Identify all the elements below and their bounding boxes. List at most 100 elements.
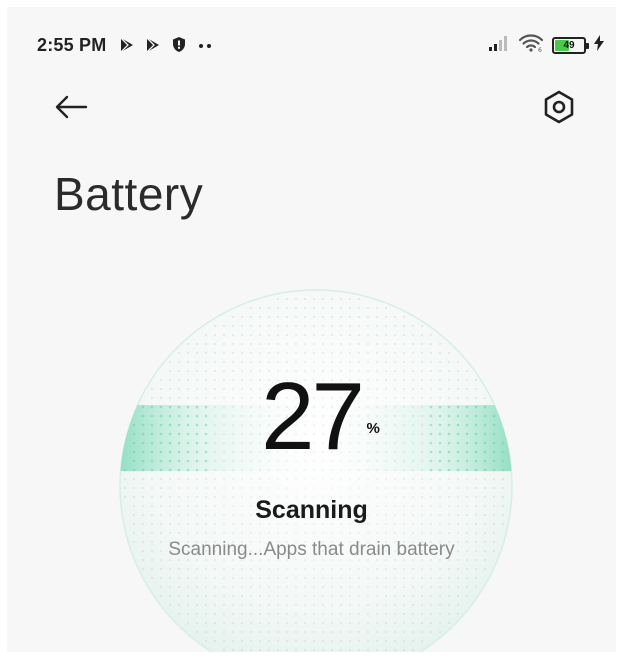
sphere-dot [330,486,334,490]
sphere-dot [123,468,127,472]
sphere-dot [393,315,397,319]
sphere-dot [258,585,262,589]
sphere-dot [393,468,397,472]
sphere-dot [303,621,307,625]
sphere-dot [411,360,415,364]
sphere-dot [285,315,289,319]
sphere-dot [420,567,424,571]
sphere-dot [465,585,469,589]
sphere-dot [240,324,244,328]
sphere-dot [267,639,271,643]
sphere-dot [222,603,226,607]
sphere-dot [312,477,316,481]
sphere-dot [375,486,379,490]
sphere-dot [402,576,406,580]
sphere-dot [438,603,442,607]
sphere-dot [258,594,262,598]
sphere-dot [483,531,487,535]
sphere-dot [213,612,217,616]
sphere-dot [285,648,289,652]
sphere-dot [276,315,280,319]
sphere-dot [312,567,316,571]
sphere-dot [438,585,442,589]
more-dots-icon [197,37,213,53]
sphere-dot [186,468,190,472]
sphere-dot [411,585,415,589]
sphere-dot [339,531,343,535]
sphere-dot [339,351,343,355]
sphere-dot [420,342,424,346]
sphere-dot [222,360,226,364]
sphere-dot [375,576,379,580]
settings-button[interactable] [539,89,579,129]
sphere-dot [204,576,208,580]
sphere-dot [204,621,208,625]
sphere-dot [429,468,433,472]
sphere-dot [384,639,388,643]
sphere-dot [240,576,244,580]
sphere-dot [321,630,325,634]
sphere-dot [276,621,280,625]
sphere-dot [222,585,226,589]
sphere-dot [231,585,235,589]
sphere-dot [267,603,271,607]
sphere-dot [384,324,388,328]
sphere-dot [303,333,307,337]
sphere-dot [249,315,253,319]
sphere-dot [294,342,298,346]
sphere-dot [258,576,262,580]
sphere-dot [204,486,208,490]
sphere-dot [177,468,181,472]
sphere-dot [366,306,370,310]
sphere-dot [177,603,181,607]
sphere-dot [366,585,370,589]
sphere-dot [213,477,217,481]
sphere-dot [339,477,343,481]
back-button[interactable] [51,89,91,129]
sphere-dot [456,585,460,589]
sphere-dot [348,351,352,355]
sphere-dot [303,297,307,301]
sphere-dot [492,477,496,481]
sphere-dot [375,639,379,643]
sphere-dot [384,576,388,580]
sphere-dot [177,612,181,616]
sphere-dot [438,621,442,625]
sphere-dot [285,585,289,589]
sphere-dot [348,567,352,571]
sphere-dot [438,630,442,634]
sphere-dot [213,486,217,490]
sphere-dot [330,612,334,616]
sphere-dot [249,333,253,337]
sphere-dot [330,306,334,310]
sphere-dot [294,486,298,490]
sphere-dot [501,468,505,472]
sphere-dot [411,486,415,490]
sphere-dot [222,648,226,652]
sphere-dot [285,531,289,535]
sphere-dot [447,486,451,490]
sphere-dot [393,594,397,598]
sphere-dot [429,351,433,355]
sphere-dot [348,639,352,643]
sphere-dot [411,648,415,652]
sphere-dot [231,648,235,652]
sphere-dot [168,585,172,589]
sphere-dot [348,315,352,319]
sphere-dot [294,297,298,301]
sphere-dot [285,306,289,310]
sphere-dot [366,342,370,346]
sphere-dot [240,630,244,634]
sphere-dot [213,468,217,472]
sphere-dot [285,297,289,301]
sphere-dot [330,585,334,589]
sphere-dot [204,639,208,643]
sphere-dot [402,360,406,364]
sphere-dot [195,531,199,535]
sphere-dot [339,324,343,328]
sphere-dot [321,594,325,598]
sphere-dot [294,648,298,652]
sphere-dot [375,324,379,328]
sphere-dot [204,468,208,472]
sphere-dot [276,486,280,490]
